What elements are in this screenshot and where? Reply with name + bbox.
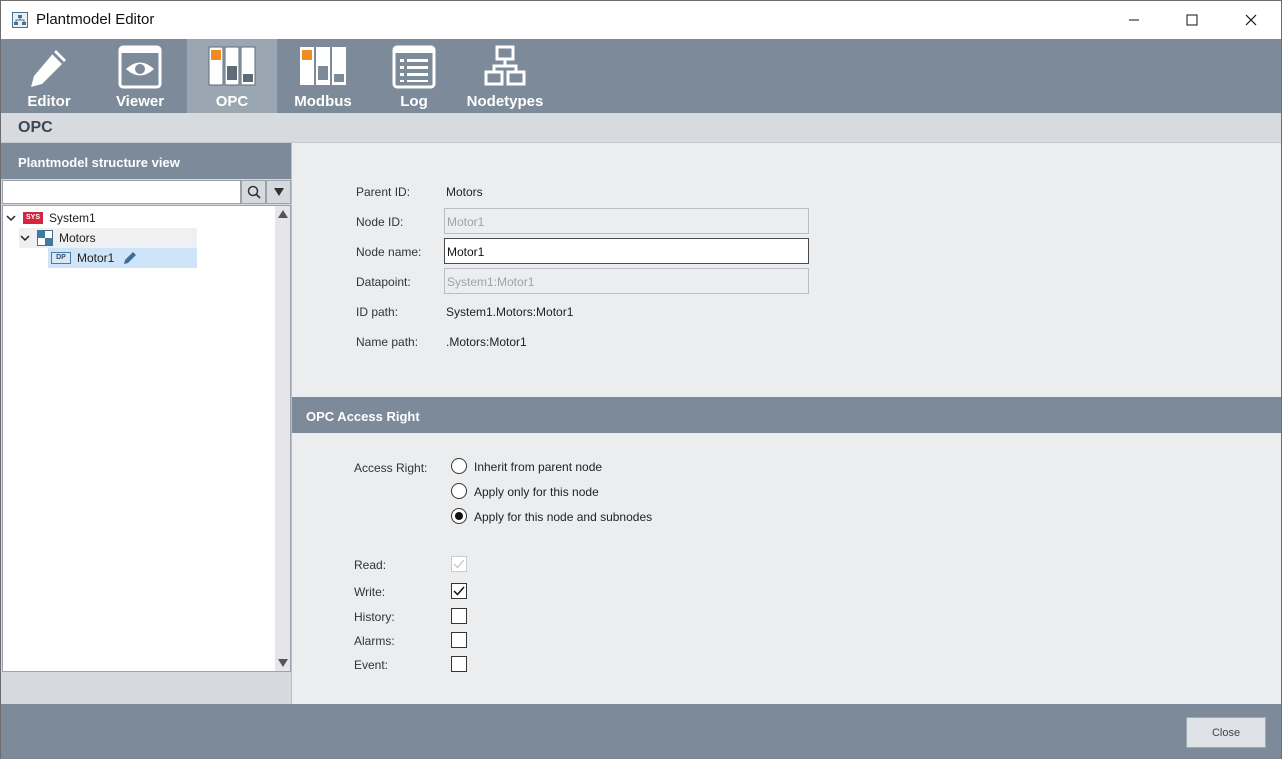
plantmodel-tree: SYS System1 Motors DP Motor1 — [2, 205, 275, 672]
close-button[interactable]: Close — [1186, 717, 1266, 748]
section-title: OPC — [18, 119, 53, 136]
title-bar: Plantmodel Editor — [1, 1, 1281, 39]
tree-node-label: System1 — [49, 211, 96, 225]
tab-modbus[interactable]: Modbus — [288, 39, 358, 113]
name-path-value: .Motors:Motor1 — [446, 335, 527, 349]
structure-panel: Plantmodel structure view SYS System1 Mo… — [1, 143, 292, 704]
pencil-icon — [31, 50, 66, 87]
event-label: Event: — [354, 658, 389, 672]
write-label: Write: — [354, 585, 386, 599]
radio-node-and-subnodes[interactable] — [451, 508, 467, 524]
log-icon — [392, 45, 436, 89]
tree-node-motor1[interactable]: DP Motor1 — [48, 248, 197, 268]
node-name-field[interactable]: Motor1 — [444, 238, 809, 264]
radio-this-node[interactable] — [451, 483, 467, 499]
tab-label: Log — [400, 93, 428, 110]
tree-scrollbar[interactable] — [275, 205, 291, 672]
modbus-icon — [300, 47, 346, 85]
node-name-label: Node name: — [356, 245, 422, 259]
nodetypes-icon — [484, 45, 526, 86]
minimize-button[interactable] — [1105, 1, 1163, 39]
radio-this-node-label[interactable]: Apply only for this node — [474, 485, 599, 499]
id-path-value: System1.Motors:Motor1 — [446, 305, 574, 319]
id-path-label: ID path: — [356, 305, 399, 319]
access-right-header: OPC Access Right — [292, 397, 1281, 433]
checkmark-icon — [453, 559, 465, 569]
write-checkbox[interactable] — [451, 583, 467, 599]
alarms-checkbox[interactable] — [451, 632, 467, 648]
tab-log[interactable]: Log — [383, 39, 445, 113]
opc-properties-panel: Parent ID: Motors Node ID: Motor1 Node n… — [292, 143, 1281, 704]
tree-node-label: Motors — [59, 231, 96, 245]
structure-panel-footer — [2, 673, 291, 704]
checkmark-icon — [453, 586, 465, 596]
alarms-label: Alarms: — [354, 634, 395, 648]
datapoint-icon: DP — [51, 252, 71, 264]
tab-label: Nodetypes — [466, 93, 544, 110]
opc-icon — [208, 46, 256, 86]
search-icon — [247, 185, 261, 199]
structure-panel-title: Plantmodel structure view — [1, 143, 291, 179]
window-title: Plantmodel Editor — [36, 11, 155, 28]
search-button[interactable] — [241, 180, 266, 204]
section-header: OPC — [1, 113, 1281, 143]
access-right-label: Access Right: — [354, 461, 428, 475]
triangle-down-icon — [273, 188, 284, 196]
tree-node-system1[interactable]: SYS System1 — [5, 208, 96, 228]
tree-node-label: Motor1 — [77, 251, 115, 265]
read-checkbox — [451, 556, 467, 572]
datapoint-label: Datapoint: — [356, 275, 411, 289]
app-icon — [12, 12, 28, 28]
tab-label: Modbus — [294, 93, 352, 110]
node-id-field: Motor1 — [444, 208, 809, 234]
radio-inherit[interactable] — [451, 458, 467, 474]
tab-label: OPC — [215, 93, 249, 110]
name-path-label: Name path: — [356, 335, 419, 349]
chevron-down-icon[interactable] — [5, 212, 17, 224]
footer-bar: Close — [1, 704, 1281, 759]
system-icon: SYS — [23, 212, 43, 224]
node-id-label: Node ID: — [356, 215, 404, 229]
maximize-button[interactable] — [1163, 1, 1221, 39]
window-close-button[interactable] — [1222, 1, 1280, 39]
edit-pencil-icon[interactable] — [122, 250, 138, 266]
parent-id-label: Parent ID: — [356, 185, 411, 199]
chevron-down-icon[interactable] — [19, 232, 31, 244]
tab-label: Viewer — [115, 93, 165, 110]
read-label: Read: — [354, 558, 387, 572]
app-window: Plantmodel Editor Editor Viewer OPC Modb… — [0, 0, 1282, 759]
scroll-down-arrow[interactable] — [278, 659, 288, 667]
eye-icon — [118, 45, 162, 89]
main-toolbar: Editor Viewer OPC Modbus Log Nodetypes — [1, 39, 1281, 113]
tree-node-motors[interactable]: Motors — [19, 228, 197, 248]
folder-node-icon — [37, 230, 53, 246]
radio-node-and-subnodes-label[interactable]: Apply for this node and subnodes — [474, 510, 652, 524]
scroll-up-arrow[interactable] — [278, 210, 288, 218]
tab-label: Editor — [27, 93, 71, 110]
history-checkbox[interactable] — [451, 608, 467, 624]
parent-id-value: Motors — [446, 185, 483, 199]
tree-search-input[interactable] — [2, 180, 241, 204]
tab-editor[interactable]: Editor — [11, 39, 87, 113]
filter-dropdown-button[interactable] — [266, 180, 291, 204]
datapoint-field: System1:Motor1 — [444, 268, 809, 294]
radio-inherit-label[interactable]: Inherit from parent node — [474, 460, 602, 474]
history-label: History: — [354, 610, 395, 624]
event-checkbox[interactable] — [451, 656, 467, 672]
tab-viewer[interactable]: Viewer — [100, 39, 180, 113]
tab-nodetypes[interactable]: Nodetypes — [463, 39, 547, 113]
tab-opc[interactable]: OPC — [187, 39, 277, 113]
